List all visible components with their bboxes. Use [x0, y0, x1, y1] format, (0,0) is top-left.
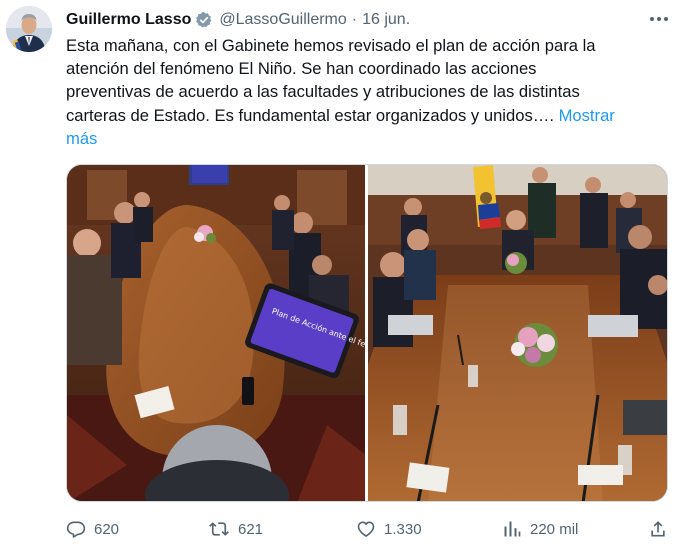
- more-dot: [664, 17, 668, 21]
- more-dot: [657, 17, 661, 21]
- tweet-date[interactable]: 16 jun.: [362, 11, 410, 29]
- views-chart-icon: [502, 519, 522, 539]
- author-avatar[interactable]: [6, 6, 52, 52]
- verified-badge-icon: [195, 11, 213, 29]
- show-more-link-continued[interactable]: más: [66, 127, 666, 150]
- share-icon: [648, 519, 668, 539]
- tweet-text-line: atención del fenómeno El Niño. Se han co…: [66, 59, 537, 79]
- tweet-media: Plan de Acción ante el fenómeno El Niño: [66, 164, 668, 502]
- views-count: 220 mil: [530, 520, 579, 538]
- tweet-text-line: carteras de Estado. Es fundamental estar…: [66, 104, 666, 127]
- tweet-text: Esta mañana, con el Gabinete hemos revis…: [66, 34, 666, 150]
- retweet-icon: [208, 519, 230, 539]
- share-button[interactable]: [648, 519, 668, 539]
- header-separator: ·: [351, 11, 358, 28]
- media-photo-right[interactable]: [368, 165, 667, 501]
- tweet-text-line: preventivas de acuerdo a las facultades …: [66, 82, 580, 102]
- like-button[interactable]: 1.330: [356, 519, 422, 539]
- tweet-header: Guillermo Lasso @LassoGuillermo · 16 jun…: [66, 10, 410, 30]
- heart-icon: [356, 519, 376, 539]
- retweet-count: 621: [238, 520, 264, 538]
- reply-icon: [66, 519, 86, 539]
- show-more-link[interactable]: Mostrar: [559, 106, 615, 125]
- author-name[interactable]: Guillermo Lasso: [66, 11, 191, 29]
- reply-button[interactable]: 620: [66, 519, 119, 539]
- like-count: 1.330: [384, 520, 422, 538]
- media-photo-left[interactable]: Plan de Acción ante el fenómeno El Niño: [67, 165, 365, 501]
- more-dot: [650, 17, 654, 21]
- reply-count: 620: [94, 520, 120, 538]
- tweet-text-line: Esta mañana, con el Gabinete hemos revis…: [66, 36, 596, 55]
- more-options-icon[interactable]: [648, 8, 670, 30]
- retweet-button[interactable]: 621: [208, 519, 263, 539]
- author-handle[interactable]: @LassoGuillermo: [219, 11, 346, 29]
- tweet-card[interactable]: Guillermo Lasso @LassoGuillermo · 16 jun…: [0, 0, 696, 553]
- tweet-text-line-4: carteras de Estado. Es fundamental estar…: [66, 105, 554, 125]
- views-button[interactable]: 220 mil: [502, 519, 578, 539]
- tweet-actions: 620 621 1.330 220 mil: [66, 516, 671, 542]
